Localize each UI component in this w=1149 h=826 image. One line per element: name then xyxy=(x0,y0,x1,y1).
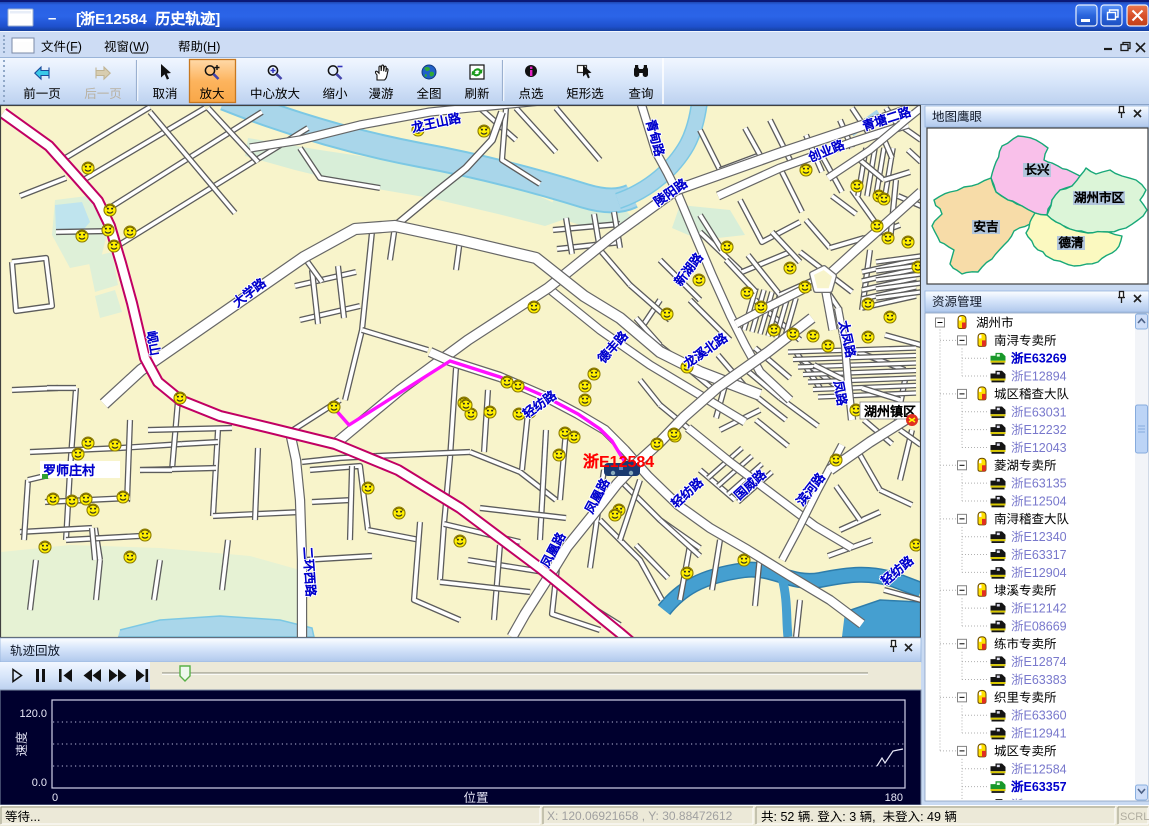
svg-text:]: ] xyxy=(215,11,220,28)
svg-text:,: , xyxy=(872,810,875,824)
svg-text:E12142: E12142 xyxy=(1024,602,1067,616)
svg-text:180: 180 xyxy=(885,792,903,804)
svg-text:SCRL: SCRL xyxy=(1120,811,1149,823)
svg-text:E12941: E12941 xyxy=(1024,727,1067,741)
svg-text:E12584: E12584 xyxy=(1024,762,1067,776)
svg-text:E12894: E12894 xyxy=(1024,370,1067,384)
svg-text:(F): (F) xyxy=(66,40,82,54)
svg-text:E63269: E63269 xyxy=(1024,352,1067,366)
svg-text:...: ... xyxy=(30,810,40,824)
svg-text:E12232: E12232 xyxy=(1024,423,1067,437)
svg-text:120.0: 120.0 xyxy=(19,708,47,720)
svg-text:E63360: E63360 xyxy=(1024,709,1067,723)
svg-text:: 52: : 52 xyxy=(774,810,795,824)
svg-text:[: [ xyxy=(76,11,81,28)
svg-text:(H): (H) xyxy=(203,40,220,54)
svg-text:(W): (W) xyxy=(129,40,149,54)
svg-text:E12874: E12874 xyxy=(1024,655,1067,669)
svg-text:.: . xyxy=(810,810,813,824)
svg-text:: 49: : 49 xyxy=(920,810,941,824)
svg-text:–: – xyxy=(48,10,56,27)
svg-text:X: 120.06921658 , Y: 30.884726: X: 120.06921658 , Y: 30.88472612 xyxy=(547,809,733,823)
svg-text:: 3: : 3 xyxy=(842,810,856,824)
svg-text:E63357: E63357 xyxy=(1024,780,1067,794)
svg-text:E12584: E12584 xyxy=(95,11,147,28)
svg-text:E12340: E12340 xyxy=(1024,530,1067,544)
svg-text:E63383: E63383 xyxy=(1024,673,1067,687)
svg-text:E63317: E63317 xyxy=(1024,548,1067,562)
svg-text:0: 0 xyxy=(52,792,58,804)
svg-text:E12904: E12904 xyxy=(1024,566,1067,580)
svg-text:E12504: E12504 xyxy=(1024,495,1067,509)
svg-text:E63031: E63031 xyxy=(1024,405,1067,419)
svg-text:E12043: E12043 xyxy=(1024,441,1067,455)
svg-text:0.0: 0.0 xyxy=(32,777,47,789)
svg-text:E12584: E12584 xyxy=(599,454,654,471)
svg-text:E08669: E08669 xyxy=(1024,619,1067,633)
svg-text:E63135: E63135 xyxy=(1024,477,1067,491)
